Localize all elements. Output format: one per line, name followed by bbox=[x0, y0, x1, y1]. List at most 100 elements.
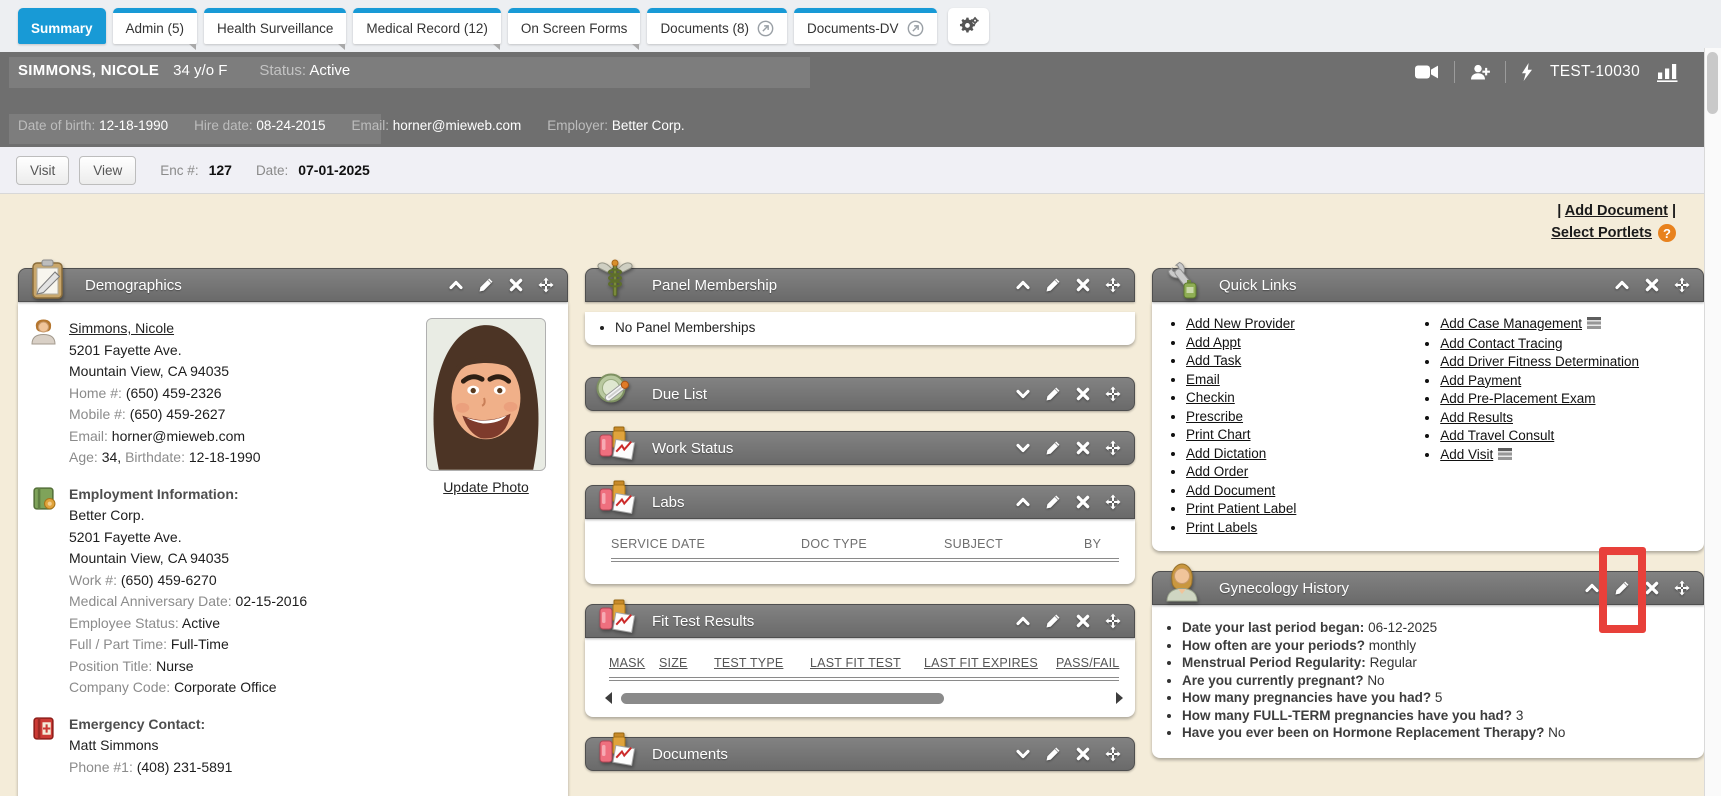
collapse-icon[interactable] bbox=[1015, 613, 1031, 629]
open-in-new-icon[interactable] bbox=[757, 20, 774, 37]
list-view-icon[interactable] bbox=[1587, 316, 1601, 334]
quick-link[interactable]: Add Appt bbox=[1186, 335, 1241, 350]
quick-link[interactable]: Prescribe bbox=[1186, 409, 1243, 424]
sortable-column-header[interactable]: SIZE bbox=[659, 656, 714, 670]
sortable-column-header[interactable]: PASS/FAIL bbox=[1056, 656, 1121, 670]
move-icon[interactable] bbox=[1105, 613, 1121, 629]
tab-documents-dv[interactable]: Documents-DV bbox=[794, 8, 937, 44]
collapse-icon[interactable] bbox=[448, 277, 464, 293]
portlet-quick-links: Quick Links Add New Provider Add Appt bbox=[1152, 268, 1704, 551]
patient-name-link[interactable]: Simmons, Nicole bbox=[69, 320, 174, 336]
open-in-new-icon[interactable] bbox=[907, 20, 924, 37]
tab-documents[interactable]: Documents (8) bbox=[647, 8, 787, 44]
add-document-link[interactable]: Add Document bbox=[1565, 203, 1668, 219]
close-icon[interactable] bbox=[1075, 277, 1091, 293]
sortable-column-header[interactable]: LAST FIT TEST bbox=[810, 656, 924, 670]
tab-on-screen-forms[interactable]: On Screen Forms bbox=[508, 8, 641, 44]
collapse-icon[interactable] bbox=[1015, 277, 1031, 293]
quick-link[interactable]: Add Visit bbox=[1440, 447, 1493, 462]
move-icon[interactable] bbox=[1105, 494, 1121, 510]
tab-summary[interactable]: Summary bbox=[18, 8, 106, 44]
quick-link-item: Checkin bbox=[1186, 389, 1410, 407]
move-icon[interactable] bbox=[538, 277, 554, 293]
emergency-contact-section: Emergency Contact: Matt Simmons bbox=[30, 714, 418, 779]
quick-link[interactable]: Add Task bbox=[1186, 353, 1241, 368]
edit-icon[interactable] bbox=[1045, 277, 1061, 293]
tab-medical-record[interactable]: Medical Record (12) bbox=[353, 8, 501, 44]
quick-link[interactable]: Add New Provider bbox=[1186, 316, 1295, 331]
vertical-scrollbar[interactable] bbox=[1704, 48, 1721, 796]
view-button[interactable]: View bbox=[79, 156, 136, 185]
select-portlets-link[interactable]: Select Portlets bbox=[1551, 225, 1652, 241]
person-add-icon[interactable] bbox=[1470, 64, 1490, 80]
edit-icon[interactable] bbox=[1045, 494, 1061, 510]
medical-records-icon bbox=[593, 421, 637, 465]
close-icon[interactable] bbox=[508, 277, 524, 293]
scrollbar-track[interactable] bbox=[619, 693, 1109, 704]
quick-link[interactable]: Add Pre-Placement Exam bbox=[1440, 391, 1595, 406]
video-camera-icon[interactable] bbox=[1415, 64, 1439, 80]
edit-icon[interactable] bbox=[478, 277, 494, 293]
scrollbar-thumb[interactable] bbox=[1707, 52, 1718, 114]
sortable-column-header[interactable]: LAST FIT EXPIRES bbox=[924, 656, 1056, 670]
quick-link[interactable]: Add Results bbox=[1440, 410, 1513, 425]
expand-icon[interactable] bbox=[1015, 746, 1031, 762]
quick-link[interactable]: Add Contact Tracing bbox=[1440, 336, 1562, 351]
enc-label: Enc #: bbox=[160, 163, 198, 178]
close-icon[interactable] bbox=[1644, 277, 1660, 293]
move-icon[interactable] bbox=[1105, 277, 1121, 293]
move-icon[interactable] bbox=[1105, 746, 1121, 762]
scroll-right-arrow[interactable] bbox=[1116, 692, 1123, 704]
tab-admin[interactable]: Admin (5) bbox=[113, 8, 198, 44]
quick-link[interactable]: Add Order bbox=[1186, 464, 1248, 479]
edit-icon[interactable] bbox=[1045, 613, 1061, 629]
list-view-icon[interactable] bbox=[1498, 447, 1512, 465]
help-icon[interactable]: ? bbox=[1658, 224, 1676, 242]
expand-icon[interactable] bbox=[1015, 440, 1031, 456]
edit-icon[interactable] bbox=[1045, 746, 1061, 762]
quick-link[interactable]: Add Travel Consult bbox=[1440, 428, 1554, 443]
move-icon[interactable] bbox=[1105, 386, 1121, 402]
lightning-bolt-icon[interactable] bbox=[1521, 63, 1533, 81]
expand-icon[interactable] bbox=[1015, 386, 1031, 402]
bar-chart-icon[interactable] bbox=[1657, 63, 1678, 82]
patient-field: Date of birth: 12-18-1990 bbox=[18, 118, 168, 133]
page-links: | Add Document | Select Portlets ? bbox=[1551, 203, 1676, 242]
collapse-icon[interactable] bbox=[1584, 580, 1600, 596]
quick-link[interactable]: Add Dictation bbox=[1186, 446, 1266, 461]
edit-icon[interactable] bbox=[1045, 386, 1061, 402]
scrollbar-thumb[interactable] bbox=[621, 693, 944, 704]
move-icon[interactable] bbox=[1674, 277, 1690, 293]
settings-button[interactable] bbox=[948, 8, 989, 44]
quick-link[interactable]: Add Case Management bbox=[1440, 316, 1582, 331]
quick-link[interactable]: Add Driver Fitness Determination bbox=[1440, 354, 1639, 369]
patient-detail-row: Date of birth: 12-18-1990 Hire date: 08-… bbox=[18, 118, 685, 133]
edit-icon[interactable] bbox=[1614, 580, 1630, 596]
emergency-contact-icon bbox=[30, 714, 60, 779]
move-icon[interactable] bbox=[1674, 580, 1690, 596]
quick-link[interactable]: Print Chart bbox=[1186, 427, 1251, 442]
visit-button[interactable]: Visit bbox=[16, 156, 69, 185]
quick-link[interactable]: Print Labels bbox=[1186, 520, 1257, 535]
edit-icon[interactable] bbox=[1045, 440, 1061, 456]
close-icon[interactable] bbox=[1075, 746, 1091, 762]
portlet-due-list: Due List bbox=[585, 377, 1135, 411]
sortable-column-header[interactable]: TEST TYPE bbox=[714, 656, 810, 670]
quick-link[interactable]: Print Patient Label bbox=[1186, 501, 1296, 516]
close-icon[interactable] bbox=[1075, 494, 1091, 510]
close-icon[interactable] bbox=[1075, 386, 1091, 402]
quick-link[interactable]: Add Document bbox=[1186, 483, 1275, 498]
close-icon[interactable] bbox=[1075, 613, 1091, 629]
collapse-icon[interactable] bbox=[1614, 277, 1630, 293]
collapse-icon[interactable] bbox=[1015, 494, 1031, 510]
close-icon[interactable] bbox=[1644, 580, 1660, 596]
tab-health-surveillance[interactable]: Health Surveillance bbox=[204, 8, 346, 44]
close-icon[interactable] bbox=[1075, 440, 1091, 456]
scroll-left-arrow[interactable] bbox=[605, 692, 612, 704]
quick-link[interactable]: Add Payment bbox=[1440, 373, 1521, 388]
quick-link[interactable]: Checkin bbox=[1186, 390, 1235, 405]
sortable-column-header[interactable]: MASK bbox=[609, 656, 659, 670]
update-photo-link[interactable]: Update Photo bbox=[443, 479, 529, 495]
quick-link[interactable]: Email bbox=[1186, 372, 1220, 387]
move-icon[interactable] bbox=[1105, 440, 1121, 456]
